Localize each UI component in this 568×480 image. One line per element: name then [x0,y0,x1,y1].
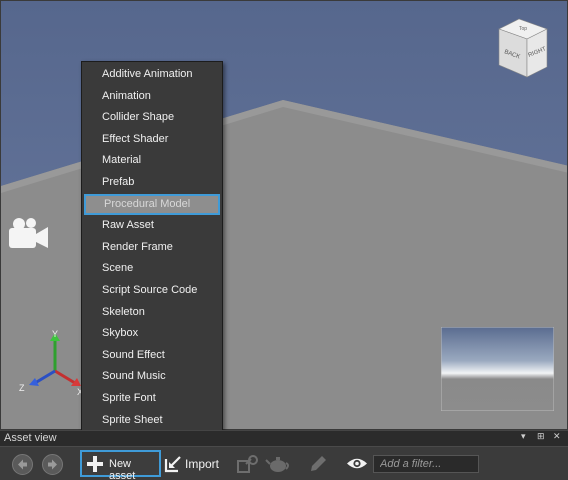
menu-item-sound-music[interactable]: Sound Music [82,366,222,388]
menu-item-collider-shape[interactable]: Collider Shape [82,107,222,129]
menu-item-prefab[interactable]: Prefab [82,172,222,194]
menu-item-animation[interactable]: Animation [82,86,222,108]
menu-item-procedural-model[interactable]: Procedural Model [84,193,220,216]
menu-item-effect-shader[interactable]: Effect Shader [82,129,222,151]
z-axis-label: Z [19,383,25,393]
eye-icon[interactable] [346,456,368,471]
asset-view-header: Asset view ▾ ⊞ ✕ [0,430,568,446]
menu-item-sprite-sheet[interactable]: Sprite Sheet [82,410,222,432]
forward-arrow-icon [48,459,57,470]
pencil-icon[interactable] [307,454,329,474]
plus-icon [87,456,103,472]
filter-input[interactable] [373,455,479,473]
new-asset-button[interactable]: New asset [80,450,161,480]
new-asset-label: New asset [109,458,136,480]
menu-item-material[interactable]: Material [82,150,222,172]
menu-item-script-source-code[interactable]: Script Source Code [82,280,222,302]
menu-item-additive-animation[interactable]: Additive Animation [82,64,222,86]
menu-item-render-frame[interactable]: Render Frame [82,237,222,259]
import-icon [164,456,181,473]
menu-item-scene[interactable]: Scene [82,258,222,280]
back-button[interactable] [12,454,33,475]
menu-item-skeleton[interactable]: Skeleton [82,302,222,324]
axis-gizmo: Y Z X [19,329,83,395]
view-cube-top-label: Top [519,26,527,32]
teapot-icon[interactable] [265,455,291,473]
view-cube[interactable]: Top BACK RIGHT [491,17,555,87]
asset-toolbar: New asset Import [0,446,568,480]
forward-button[interactable] [42,454,63,475]
panel-dropdown-icon[interactable]: ▾ [521,431,526,442]
asset-view-title: Asset view [4,432,57,444]
panel-close-icon[interactable]: ✕ [553,431,561,442]
panel-dock-icon[interactable]: ⊞ [537,431,545,442]
back-arrow-icon [18,459,27,470]
camera-icon[interactable] [7,215,51,251]
menu-item-sprite-font[interactable]: Sprite Font [82,388,222,410]
menu-item-sound-effect[interactable]: Sound Effect [82,345,222,367]
instantiate-icon[interactable] [236,454,260,474]
y-axis-label: Y [52,329,58,339]
menu-item-skybox[interactable]: Skybox [82,323,222,345]
menu-item-raw-asset[interactable]: Raw Asset [82,215,222,237]
camera-preview-thumbnail [441,327,554,411]
import-label: Import [185,457,220,471]
new-asset-menu: Additive Animation Animation Collider Shap… [81,61,223,451]
import-button[interactable]: Import [163,450,225,477]
